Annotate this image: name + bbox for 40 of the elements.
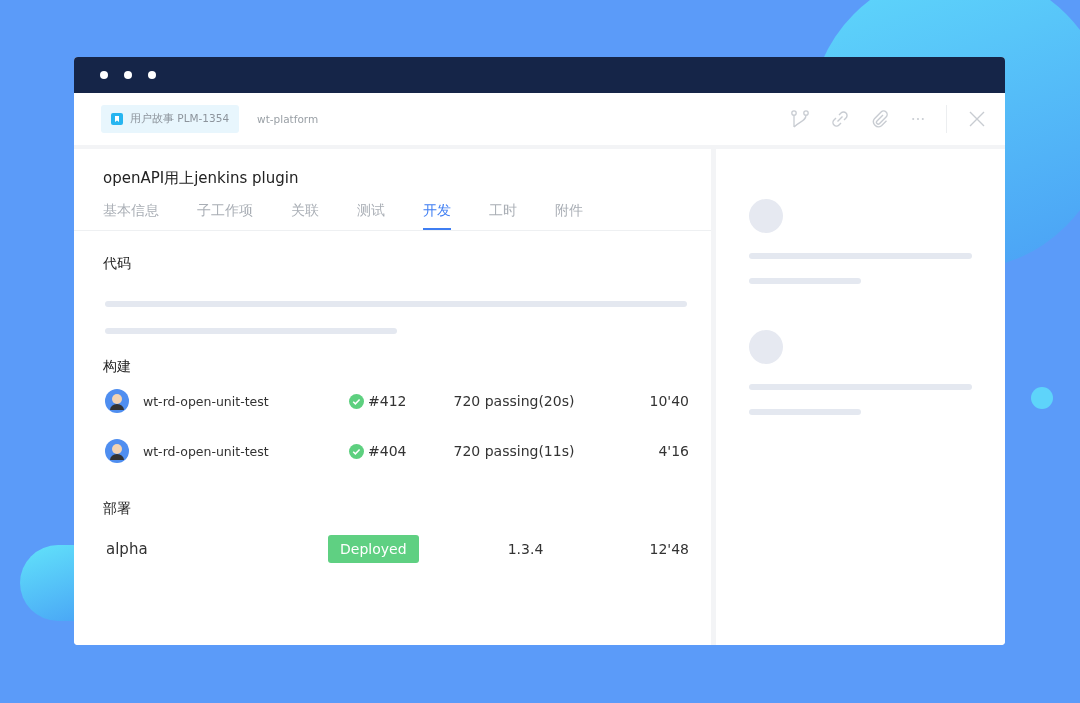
branch-icon[interactable]	[790, 109, 810, 129]
section-heading: 部署	[103, 500, 132, 518]
window-dot[interactable]	[124, 71, 132, 79]
tab[interactable]: 关联	[291, 202, 319, 230]
decorative-circle	[1031, 387, 1053, 409]
bookmark-icon	[111, 113, 123, 125]
avatar-icon	[105, 439, 129, 463]
tab[interactable]: 测试	[357, 202, 385, 230]
window-dot[interactable]	[100, 71, 108, 79]
window-dot[interactable]	[148, 71, 156, 79]
build-duration: 10'40	[648, 393, 689, 409]
project-link[interactable]: wt-platform	[257, 113, 319, 125]
close-icon[interactable]	[967, 109, 987, 129]
environment-name: alpha	[106, 540, 149, 558]
issue-tag[interactable]: 用户故事 PLM-1354	[101, 105, 240, 133]
section-heading: 代码	[103, 255, 132, 273]
avatar-placeholder	[749, 330, 783, 364]
build-result: 720 passing(20s)	[452, 393, 576, 409]
deploy-duration: 12'48	[648, 541, 689, 557]
build-number: #404	[368, 443, 407, 459]
tab[interactable]: 子工作项	[197, 202, 253, 230]
tab[interactable]: 开发	[423, 202, 451, 230]
section-heading: 构建	[103, 358, 132, 376]
build-duration: 4'16	[657, 443, 689, 459]
tab[interactable]: 工时	[489, 202, 517, 230]
tag-label: 用户故事 PLM-1354	[130, 112, 230, 126]
build-result: 720 passing(11s)	[452, 443, 576, 459]
tab[interactable]: 附件	[555, 202, 583, 230]
more-icon[interactable]	[910, 116, 926, 122]
build-name[interactable]: wt-rd-open-unit-test	[143, 443, 349, 459]
avatar-icon	[105, 389, 129, 413]
version-number: 1.3.4	[506, 541, 545, 557]
paperclip-icon[interactable]	[870, 109, 890, 129]
build-number: #412	[368, 393, 407, 409]
tab[interactable]: 基本信息	[103, 202, 159, 230]
status-badge: Deployed	[328, 535, 419, 563]
build-name[interactable]: wt-rd-open-unit-test	[143, 393, 349, 409]
avatar-placeholder	[749, 199, 783, 233]
link-icon[interactable]	[830, 109, 850, 129]
issue-title: openAPI用上jenkins plugin	[103, 169, 300, 188]
